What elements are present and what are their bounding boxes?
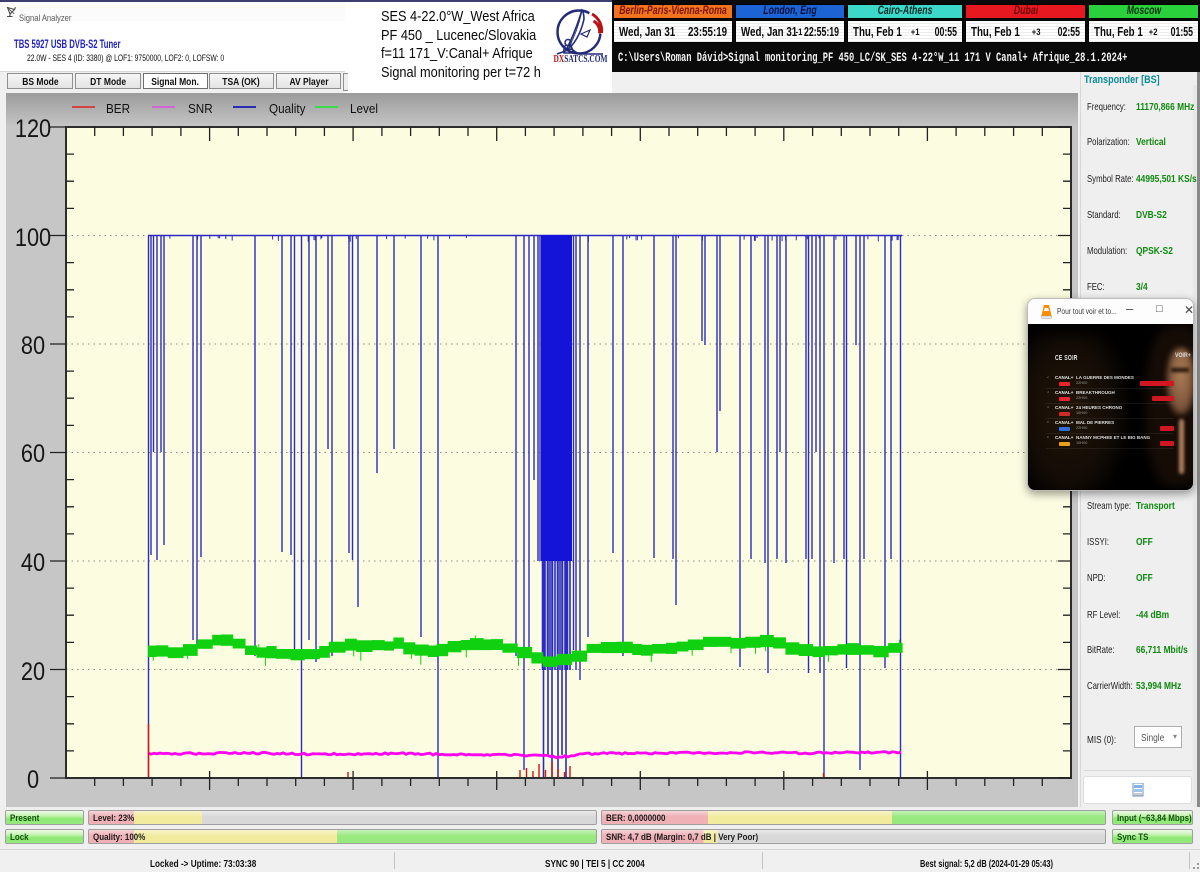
svg-text:DXSATCS.COM: DXSATCS.COM [554,54,608,63]
